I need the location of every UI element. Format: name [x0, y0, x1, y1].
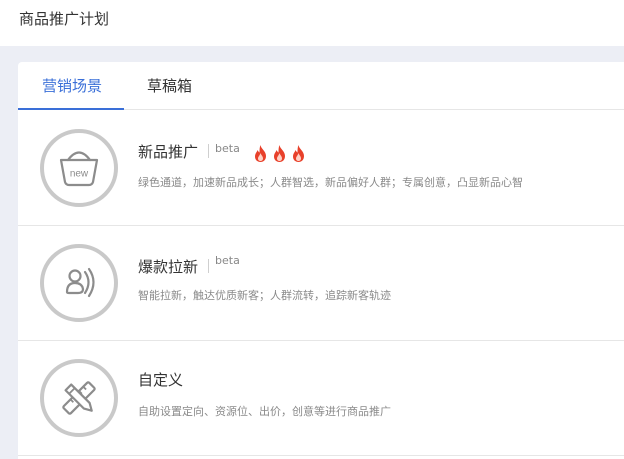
card-description: 自助设置定向、资源位、出价，创意等进行商品推广 — [138, 405, 391, 418]
top-bar: 商品推广计划 — [0, 0, 624, 46]
pencil-ruler-icon — [62, 381, 96, 415]
user-attract-icon — [65, 267, 95, 298]
scene-icon-ring — [40, 359, 118, 437]
flame-icon — [255, 145, 266, 162]
flame-icon — [274, 145, 285, 162]
title-divider — [208, 144, 209, 158]
beta-badge: beta — [215, 142, 240, 155]
hot-rating — [252, 144, 307, 163]
scene-card-new-product[interactable]: new 新品推广 beta 绿色通道，加速新品成长；人群智选，新品偏好人群；专属… — [18, 111, 624, 226]
title-divider — [208, 259, 209, 273]
tab-marketing-scenes[interactable]: 营销场景 — [42, 75, 102, 97]
page-title: 商品推广计划 — [19, 10, 110, 28]
shopping-basket-new-icon: new — [59, 151, 99, 187]
scene-icon-ring — [40, 244, 118, 322]
card-title: 新品推广 — [138, 143, 199, 161]
beta-badge: beta — [215, 254, 240, 267]
scene-icon-ring: new — [40, 129, 118, 207]
flame-icon — [293, 145, 304, 162]
main-panel: 营销场景 草稿箱 new 新品推广 beta 绿色通道，加速新品成长；人群智选，… — [18, 62, 624, 459]
tab-bar: 营销场景 草稿箱 — [18, 62, 624, 110]
card-title: 爆款拉新 — [138, 258, 199, 276]
card-description: 绿色通道，加速新品成长；人群智选，新品偏好人群；专属创意，凸显新品心智 — [138, 176, 523, 189]
card-title: 自定义 — [138, 371, 184, 389]
basket-new-text: new — [70, 169, 89, 180]
active-tab-indicator — [18, 108, 124, 110]
tab-drafts[interactable]: 草稿箱 — [147, 75, 192, 97]
scene-card-custom[interactable]: 自定义 自助设置定向、资源位、出价，创意等进行商品推广 — [18, 341, 624, 456]
card-description: 智能拉新，触达优质新客；人群流转，追踪新客轨迹 — [138, 289, 391, 302]
scene-card-hot-acquisition[interactable]: 爆款拉新 beta 智能拉新，触达优质新客；人群流转，追踪新客轨迹 — [18, 226, 624, 341]
